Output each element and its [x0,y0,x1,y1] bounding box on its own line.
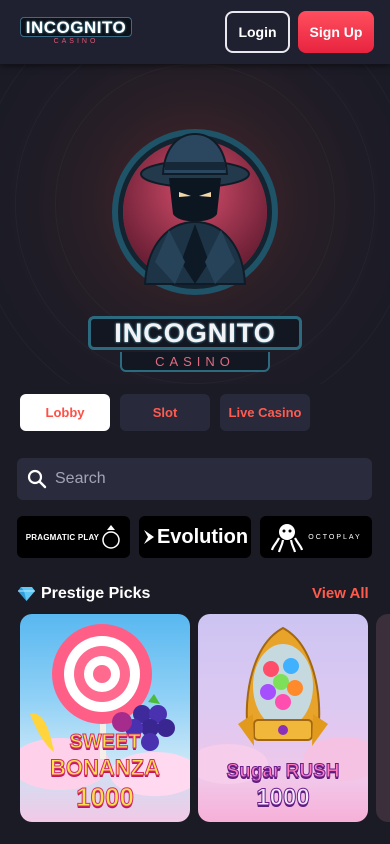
bottom-edge [0,834,390,844]
game-card-sugar-rush[interactable]: Sugar RUSH 1000 [198,614,368,822]
logo-wordmark: INCOGNITO [20,17,132,37]
game-title-line3: 1000 [76,782,135,812]
game-title-line1: Sugar RUSH [226,761,340,782]
signup-button[interactable]: Sign Up [298,11,374,53]
login-button[interactable]: Login [225,11,290,53]
provider-evolution[interactable]: Evolution [139,516,251,558]
incognito-spy-emblem [112,129,278,295]
provider-label: PRAGMATIC PLAY [25,532,100,542]
top-header: INCOGNITO CASINO Login Sign Up [0,0,390,64]
tab-live-casino[interactable]: Live Casino [220,394,310,431]
diamond-icon [18,587,35,601]
provider-octoplay[interactable]: OCTOPLAY [260,516,372,558]
game-card-partial[interactable] [376,614,390,822]
logo-subtitle: CASINO [53,38,99,45]
hero-logo-wordmark: INCOGNITO [88,316,302,350]
game-title-line2: 1000 [256,784,310,811]
evolution-logo-icon [143,530,154,544]
search-input[interactable] [55,458,355,500]
pragmatic-play-logo-icon [102,525,120,549]
octopus-logo-icon [271,524,304,553]
section-title-prestige-picks: Prestige Picks [41,585,151,602]
game-title-line1: SWEET [69,731,141,753]
search-box[interactable] [17,458,372,500]
provider-label: Evolution [156,525,249,548]
tab-slot[interactable]: Slot [120,394,210,431]
game-card-sweet-bonanza[interactable]: SWEET BONANZA 1000 [20,614,190,822]
provider-pragmatic-play[interactable]: PRAGMATIC PLAY [17,516,130,558]
tab-lobby[interactable]: Lobby [20,394,110,431]
provider-label: OCTOPLAY [308,533,362,541]
search-icon [27,469,47,489]
hero-banner: INCOGNITO CASINO [0,64,390,384]
game-title-line2: BONANZA [50,755,161,780]
view-all-link[interactable]: View All [312,583,369,605]
hero-logo-subtitle: CASINO [120,352,270,372]
site-logo[interactable]: INCOGNITO CASINO [20,17,132,45]
